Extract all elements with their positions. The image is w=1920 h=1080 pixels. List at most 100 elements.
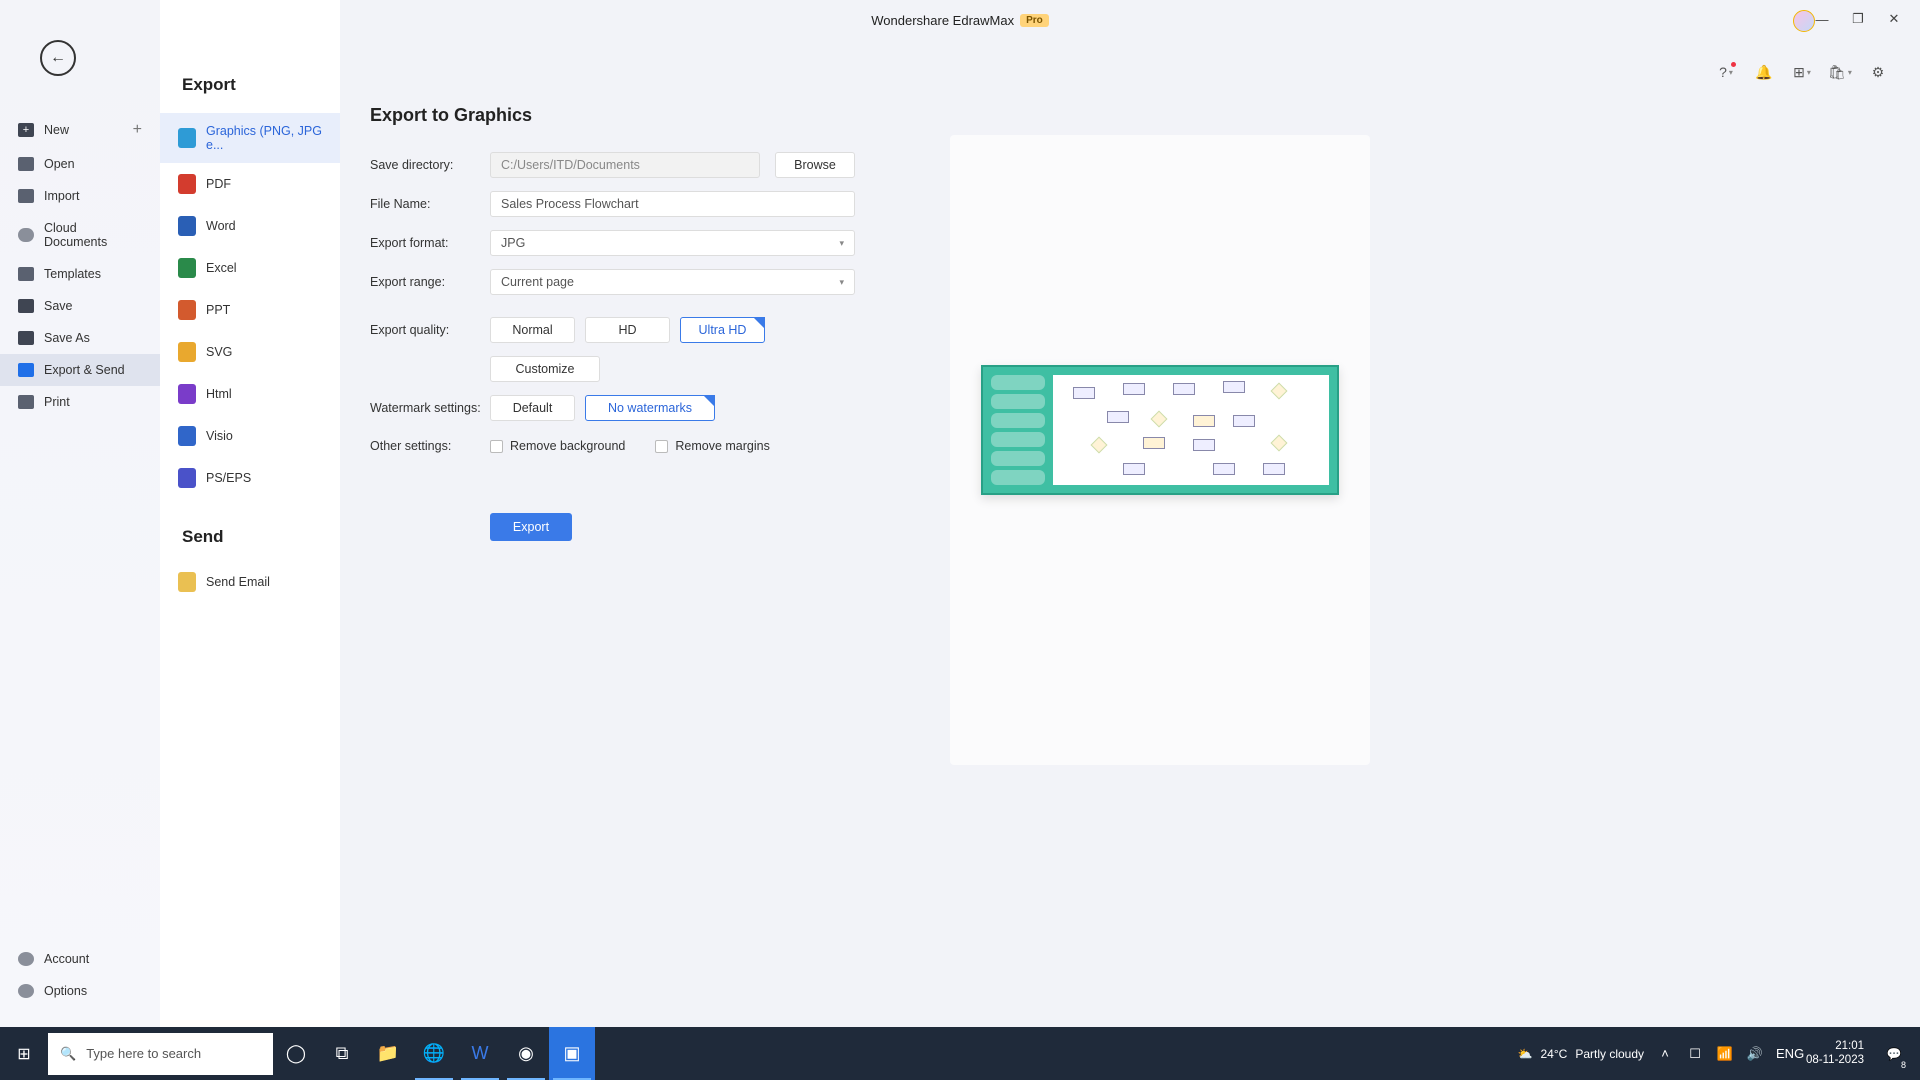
save-icon [18, 299, 34, 313]
help-icon[interactable]: ?▾ [1714, 60, 1738, 84]
close-button[interactable]: ✕ [1876, 5, 1912, 33]
nav-label: Import [44, 189, 79, 203]
notification-count: 8 [1901, 1060, 1906, 1070]
apps-icon[interactable]: ⊞▾ [1790, 60, 1814, 84]
chevron-down-icon: ▾ [839, 277, 844, 288]
chevron-down-icon: ▾ [1729, 68, 1733, 77]
fmt-item-excel[interactable]: Excel [160, 247, 340, 289]
tray-expand-icon[interactable]: ˄ [1656, 1046, 1674, 1061]
range-label: Export range: [370, 275, 490, 289]
bell-icon[interactable]: 🔔 [1752, 60, 1776, 84]
weather-temp: 24°C [1541, 1047, 1568, 1061]
gear-icon[interactable]: ⚙ [1866, 60, 1890, 84]
fmt-item-ppt[interactable]: PPT [160, 289, 340, 331]
quality-normal[interactable]: Normal [490, 317, 575, 343]
templates-icon [18, 267, 34, 281]
fmt-item-email[interactable]: Send Email [160, 561, 340, 603]
window-controls: — ❐ ✕ [1804, 5, 1912, 33]
nav-label: Print [44, 395, 70, 409]
nav-item-new[interactable]: New + [0, 112, 160, 148]
back-button[interactable]: ← [40, 40, 76, 76]
range-value: Current page [501, 275, 574, 289]
quality-label: Export quality: [370, 323, 490, 337]
nav-item-cloud[interactable]: Cloud Documents [0, 212, 160, 258]
watermark-none[interactable]: No watermarks [585, 395, 715, 421]
weather-widget[interactable]: ⛅ 24°C Partly cloudy [1518, 1047, 1644, 1061]
export-button[interactable]: Export [490, 513, 572, 541]
quality-hd[interactable]: HD [585, 317, 670, 343]
nav-item-print[interactable]: Print [0, 386, 160, 418]
wifi-icon[interactable]: 📶 [1716, 1046, 1734, 1062]
chevron-down-icon: ▾ [1848, 68, 1852, 77]
format-select[interactable]: JPG ▾ [490, 230, 855, 256]
browse-button[interactable]: Browse [775, 152, 855, 178]
arrow-left-icon: ← [50, 49, 66, 67]
system-tray: ⛅ 24°C Partly cloudy ˄ ☐ 📶 🔊 ENG 21:01 0… [1518, 1027, 1920, 1080]
top-icons: ?▾ 🔔 ⊞▾ 🛍▾ ⚙ [1714, 60, 1890, 84]
shop-icon[interactable]: 🛍▾ [1828, 60, 1852, 84]
fmt-item-visio[interactable]: Visio [160, 415, 340, 457]
edrawmax-icon[interactable]: ▣ [549, 1027, 595, 1080]
file-name-input[interactable] [490, 191, 855, 217]
preview-panel [950, 135, 1370, 765]
watermark-default[interactable]: Default [490, 395, 575, 421]
fmt-label: SVG [206, 345, 232, 359]
nav-item-options[interactable]: Options [0, 975, 160, 1007]
nav-item-account[interactable]: Account [0, 943, 160, 975]
fmt-label: PS/EPS [206, 471, 251, 485]
nav-label: Account [44, 952, 89, 966]
ppt-icon [178, 300, 196, 320]
chk-remove-bg[interactable]: Remove background [490, 439, 625, 453]
nav-label: New [44, 123, 69, 137]
notifications-button[interactable]: 💬 8 [1876, 1027, 1912, 1080]
nav-item-saveas[interactable]: Save As [0, 322, 160, 354]
nav-label: Templates [44, 267, 101, 281]
account-icon [18, 952, 34, 966]
chevron-down-icon: ▾ [1807, 68, 1811, 77]
notification-icon: 💬 [1887, 1047, 1902, 1061]
plus-icon[interactable]: + [133, 121, 142, 139]
time: 21:01 [1806, 1040, 1864, 1053]
word-icon[interactable]: W [457, 1027, 503, 1080]
fmt-item-ps[interactable]: PS/EPS [160, 457, 340, 499]
onedrive-icon[interactable]: ☐ [1686, 1046, 1704, 1062]
formats-column: Export Graphics (PNG, JPG e... PDF Word … [160, 0, 340, 1027]
taskview-icon[interactable]: ⧉ [319, 1027, 365, 1080]
print-icon [18, 395, 34, 409]
nav-item-export-send[interactable]: Export & Send [0, 354, 160, 386]
excel-icon [178, 258, 196, 278]
taskbar: ⊞ 🔍 Type here to search ◯ ⧉ 📁 🌐 W ◉ ▣ ⛅ … [0, 1027, 1920, 1080]
fmt-label: PDF [206, 177, 231, 191]
explorer-icon[interactable]: 📁 [365, 1027, 411, 1080]
start-button[interactable]: ⊞ [0, 1027, 48, 1080]
chrome-icon[interactable]: ◉ [503, 1027, 549, 1080]
fmt-label: Word [206, 219, 236, 233]
nav-item-import[interactable]: Import [0, 180, 160, 212]
nav-item-save[interactable]: Save [0, 290, 160, 322]
customize-button[interactable]: Customize [490, 356, 600, 382]
nav-label: Export & Send [44, 363, 125, 377]
fmt-item-pdf[interactable]: PDF [160, 163, 340, 205]
range-select[interactable]: Current page ▾ [490, 269, 855, 295]
fmt-label: Graphics (PNG, JPG e... [206, 124, 322, 152]
export-icon [18, 363, 34, 377]
nav-item-templates[interactable]: Templates [0, 258, 160, 290]
quality-ultrahd[interactable]: Ultra HD [680, 317, 765, 343]
lang-indicator[interactable]: ENG [1776, 1046, 1794, 1061]
chk-remove-margins[interactable]: Remove margins [655, 439, 769, 453]
cortana-icon[interactable]: ◯ [273, 1027, 319, 1080]
edge-icon[interactable]: 🌐 [411, 1027, 457, 1080]
pdf-icon [178, 174, 196, 194]
fmt-item-svg[interactable]: SVG [160, 331, 340, 373]
maximize-button[interactable]: ❐ [1840, 5, 1876, 33]
nav-item-open[interactable]: Open [0, 148, 160, 180]
fmt-item-html[interactable]: Html [160, 373, 340, 415]
save-dir-input[interactable] [490, 152, 760, 178]
fmt-item-graphics[interactable]: Graphics (PNG, JPG e... [160, 113, 340, 163]
fmt-item-word[interactable]: Word [160, 205, 340, 247]
volume-icon[interactable]: 🔊 [1746, 1046, 1764, 1062]
clock[interactable]: 21:01 08-11-2023 [1806, 1040, 1864, 1066]
search-icon: 🔍 [60, 1046, 76, 1062]
taskbar-search[interactable]: 🔍 Type here to search [48, 1033, 273, 1075]
minimize-button[interactable]: — [1804, 5, 1840, 33]
